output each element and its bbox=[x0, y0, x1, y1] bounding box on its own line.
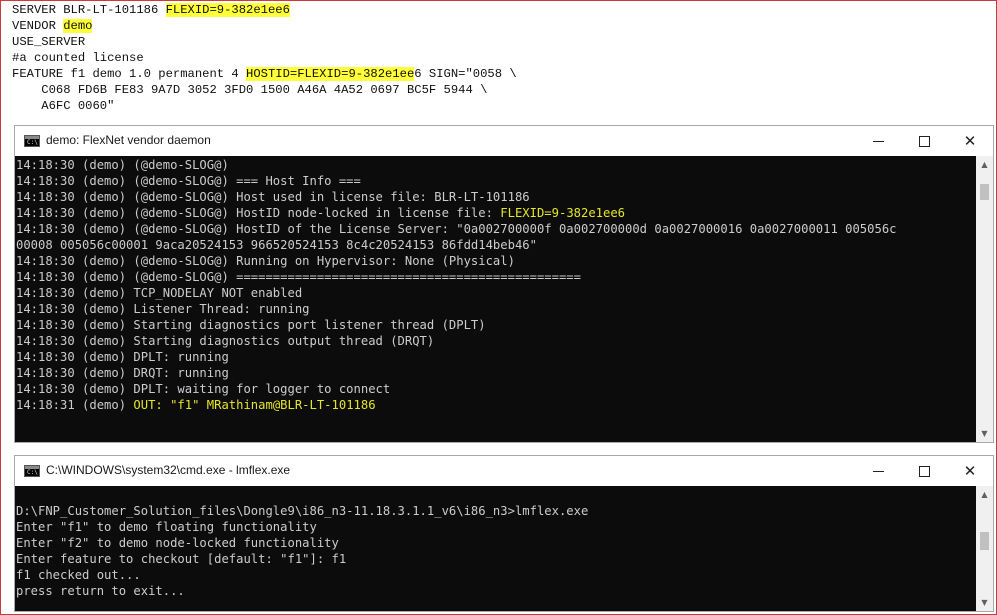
minimize-button[interactable] bbox=[855, 126, 901, 156]
license-line-server: SERVER BLR-LT-101186 FLEXID=9-382e1ee6 bbox=[12, 3, 290, 17]
console-line: 14:18:30 (demo) (@demo-SLOG@) HostID of … bbox=[16, 222, 897, 236]
scroll-up-arrow-icon[interactable]: ▲ bbox=[976, 486, 993, 503]
close-icon: ✕ bbox=[963, 462, 977, 480]
console-app-icon bbox=[24, 135, 40, 147]
console-line: 14:18:30 (demo) Starting diagnostics por… bbox=[16, 318, 486, 332]
console-line: 14:18:30 (demo) (@demo-SLOG@) bbox=[16, 158, 229, 172]
scroll-down-arrow-icon[interactable]: ▼ bbox=[976, 594, 993, 611]
daemon-window-titlebar[interactable]: demo: FlexNet vendor daemon ✕ bbox=[15, 126, 993, 156]
console-line: 14:18:31 (demo) OUT: "f1" MRathinam@BLR-… bbox=[16, 398, 376, 412]
console-line: D:\FNP_Customer_Solution_files\Dongle9\i… bbox=[16, 504, 589, 518]
console-line: 14:18:30 (demo) Listener Thread: running bbox=[16, 302, 310, 316]
license-line-use-server: USE_SERVER bbox=[12, 35, 86, 49]
console-line: 14:18:30 (demo) (@demo-SLOG@) === Host I… bbox=[16, 174, 361, 188]
hostid-highlight: HOSTID=FLEXID=9-382e1ee bbox=[246, 67, 415, 81]
cmd-scrollbar[interactable]: ▲ ▼ bbox=[976, 486, 993, 611]
license-file-text: SERVER BLR-LT-101186 FLEXID=9-382e1ee6 V… bbox=[12, 2, 517, 114]
console-line: 14:18:30 (demo) TCP_NODELAY NOT enabled bbox=[16, 286, 303, 300]
scrollbar-thumb[interactable] bbox=[980, 184, 989, 200]
minimize-icon bbox=[872, 470, 884, 472]
daemon-scrollbar[interactable]: ▲ ▼ bbox=[976, 156, 993, 442]
console-line: 14:18:30 (demo) (@demo-SLOG@) ==========… bbox=[16, 270, 581, 284]
maximize-button[interactable] bbox=[901, 126, 947, 156]
daemon-window-title: demo: FlexNet vendor daemon bbox=[46, 133, 211, 147]
console-line: 14:18:30 (demo) (@demo-SLOG@) Host used … bbox=[16, 190, 530, 204]
console-line: Enter "f2" to demo node-locked functiona… bbox=[16, 536, 339, 550]
console-line: 14:18:30 (demo) DPLT: running bbox=[16, 350, 229, 364]
checkout-yellow-text: OUT: "f1" MRathinam@BLR-LT-101186 bbox=[133, 398, 376, 412]
flexid-highlight: FLEXID=9-382e1ee6 bbox=[165, 3, 290, 17]
console-line: 00008 005056c00001 9aca20524153 96652052… bbox=[16, 238, 537, 252]
scroll-up-arrow-icon[interactable]: ▲ bbox=[976, 156, 993, 173]
cmd-window-titlebar[interactable]: C:\WINDOWS\system32\cmd.exe - lmflex.exe… bbox=[15, 456, 993, 486]
console-line: Enter feature to checkout [default: "f1"… bbox=[16, 552, 347, 566]
vendor-highlight: demo bbox=[63, 19, 93, 33]
license-line-sign-1: C068 FD6B FE83 9A7D 3052 3FD0 1500 A46A … bbox=[12, 83, 488, 97]
license-line-sign-2: A6FC 0060" bbox=[12, 99, 115, 113]
minimize-icon bbox=[872, 140, 884, 142]
close-button[interactable]: ✕ bbox=[947, 456, 993, 486]
flexid-yellow-text: FLEXID=9-382e1ee6 bbox=[500, 206, 626, 220]
cmd-window-title: C:\WINDOWS\system32\cmd.exe - lmflex.exe bbox=[46, 463, 291, 477]
console-line: f1 checked out... bbox=[16, 568, 141, 582]
daemon-console-output[interactable]: 14:18:30 (demo) (@demo-SLOG@) 14:18:30 (… bbox=[15, 157, 976, 442]
minimize-button[interactable] bbox=[855, 456, 901, 486]
console-line: 14:18:30 (demo) DPLT: waiting for logger… bbox=[16, 382, 391, 396]
license-line-vendor: VENDOR demo bbox=[12, 19, 93, 33]
maximize-button[interactable] bbox=[901, 456, 947, 486]
console-line: Enter "f1" to demo floating functionalit… bbox=[16, 520, 317, 534]
close-icon: ✕ bbox=[963, 132, 977, 150]
scroll-down-arrow-icon[interactable]: ▼ bbox=[976, 425, 993, 442]
console-app-icon bbox=[24, 465, 40, 477]
license-line-feature: FEATURE f1 demo 1.0 permanent 4 HOSTID=F… bbox=[12, 67, 517, 81]
license-line-comment: #a counted license bbox=[12, 51, 144, 65]
console-line: press return to exit... bbox=[16, 584, 185, 598]
maximize-icon bbox=[918, 135, 930, 147]
close-button[interactable]: ✕ bbox=[947, 126, 993, 156]
console-line: 14:18:30 (demo) (@demo-SLOG@) Running on… bbox=[16, 254, 515, 268]
scrollbar-thumb[interactable] bbox=[980, 532, 989, 550]
console-line: 14:18:30 (demo) Starting diagnostics out… bbox=[16, 334, 435, 348]
console-line: 14:18:30 (demo) DRQT: running bbox=[16, 366, 229, 380]
console-line: 14:18:30 (demo) (@demo-SLOG@) HostID nod… bbox=[16, 206, 626, 220]
cmd-console-window[interactable]: C:\WINDOWS\system32\cmd.exe - lmflex.exe… bbox=[14, 455, 994, 612]
cmd-console-output[interactable]: D:\FNP_Customer_Solution_files\Dongle9\i… bbox=[15, 503, 976, 611]
daemon-console-window[interactable]: demo: FlexNet vendor daemon ✕ 14:18:30 (… bbox=[14, 125, 994, 443]
maximize-icon bbox=[918, 465, 930, 477]
